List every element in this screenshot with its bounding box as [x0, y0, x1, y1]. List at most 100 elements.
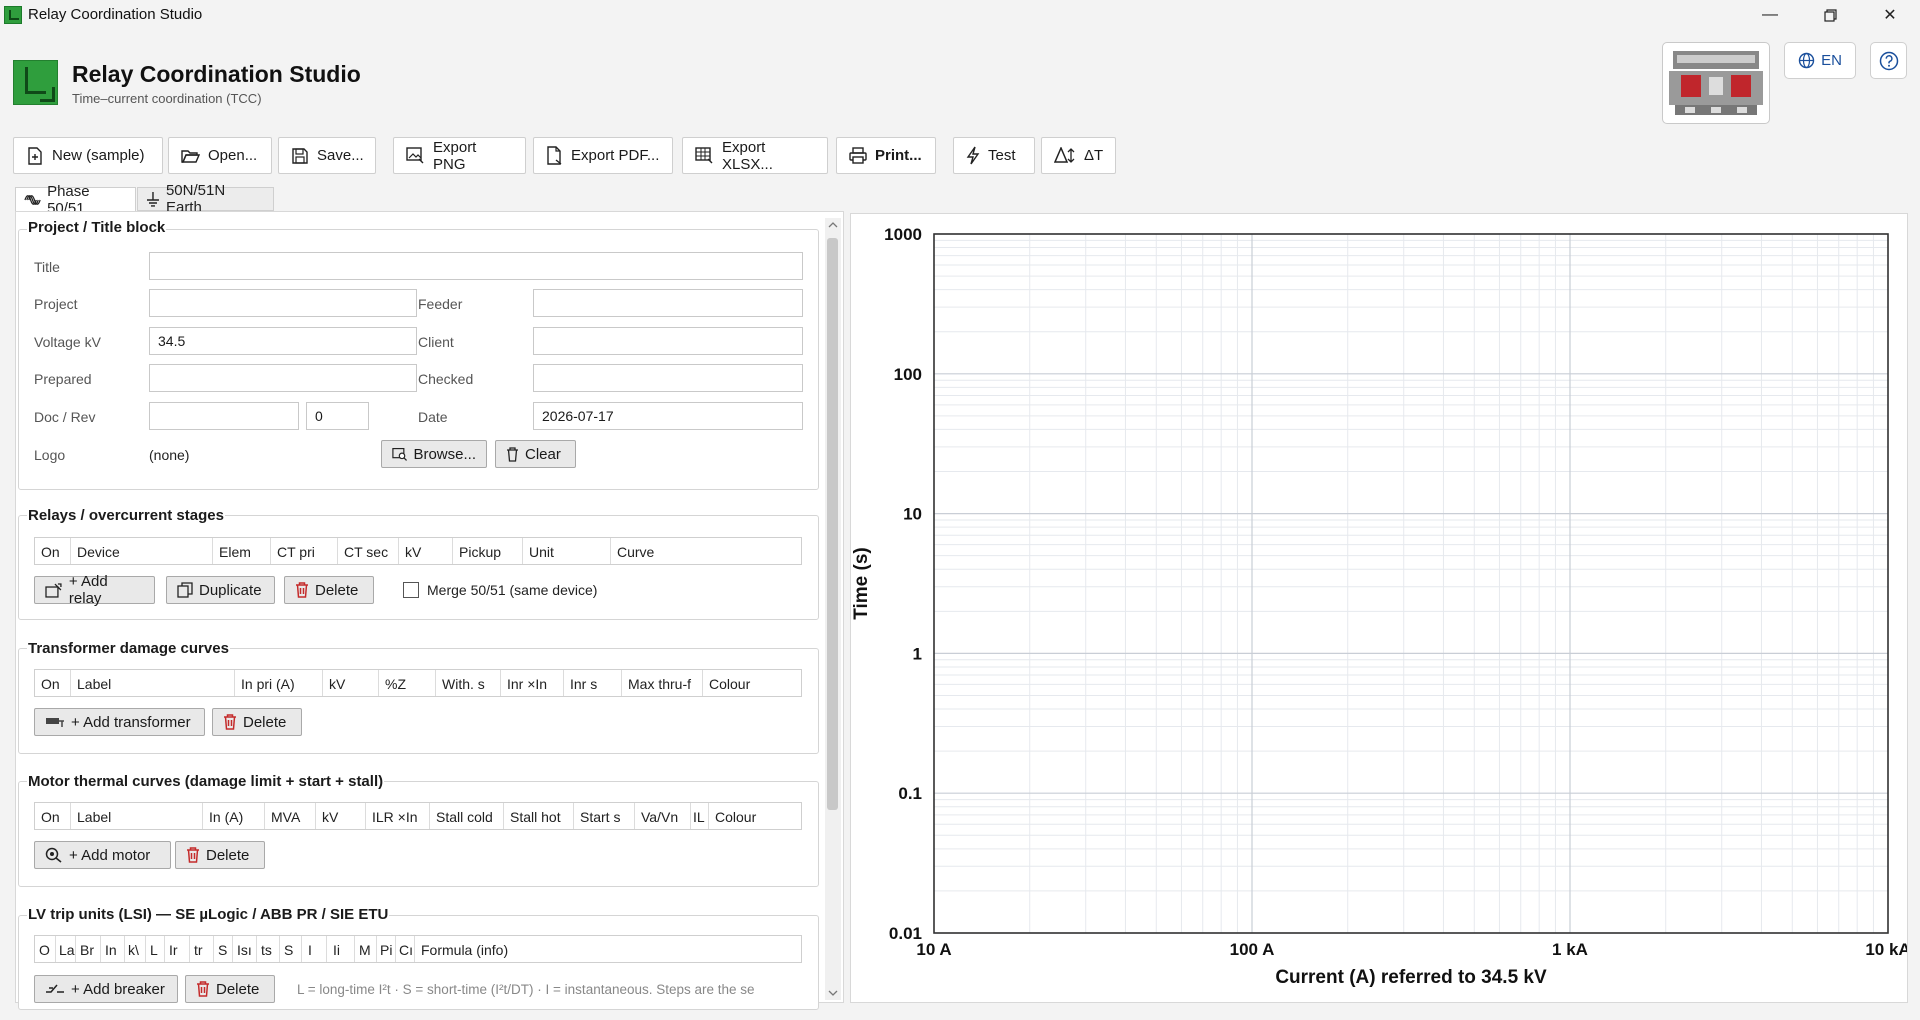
- col-on[interactable]: On: [35, 670, 71, 696]
- col-ct-sec[interactable]: CT sec: [338, 538, 399, 564]
- col-s[interactable]: S: [214, 936, 233, 962]
- feeder-field[interactable]: [533, 289, 803, 317]
- col-on[interactable]: On: [35, 538, 71, 564]
- export-pdf-button[interactable]: Export PDF...: [533, 137, 673, 174]
- add-breaker-button[interactable]: + Add breaker: [34, 975, 178, 1003]
- help-button[interactable]: [1870, 42, 1907, 79]
- trash-icon: [197, 981, 209, 997]
- col-ir[interactable]: Ir: [165, 936, 190, 962]
- add-motor-button[interactable]: + Add motor: [34, 841, 171, 869]
- ground-icon: [146, 192, 159, 207]
- export-xlsx-button[interactable]: Export XLSX...: [682, 137, 828, 174]
- col-tr[interactable]: tr: [190, 936, 214, 962]
- duplicate-relay-button[interactable]: Duplicate: [166, 576, 275, 604]
- col-pct-z[interactable]: %Z: [379, 670, 436, 696]
- col-colour[interactable]: Colour: [703, 670, 801, 696]
- col-colour[interactable]: Colour: [709, 803, 801, 829]
- col-elem[interactable]: Elem: [213, 538, 271, 564]
- col-inr-s[interactable]: Inr s: [564, 670, 622, 696]
- delta-t-button[interactable]: ΔT: [1041, 137, 1116, 174]
- add-relay-button[interactable]: + Add relay: [34, 573, 155, 607]
- col-label[interactable]: Label: [71, 670, 235, 696]
- col-in[interactable]: In: [101, 936, 125, 962]
- delete-relay-button[interactable]: Delete: [284, 576, 374, 604]
- delete-transformer-button[interactable]: Delete: [212, 708, 302, 736]
- col-il[interactable]: IL: [691, 803, 709, 829]
- window-titlebar: Relay Coordination Studio — ✕: [0, 0, 1920, 30]
- scroll-down-icon[interactable]: [828, 989, 838, 997]
- export-png-button[interactable]: Export PNG: [393, 137, 526, 174]
- voltage-field[interactable]: [149, 327, 417, 355]
- delete-motor-button[interactable]: Delete: [175, 841, 265, 869]
- tab-phase-50-51[interactable]: Phase 50/51: [15, 183, 136, 217]
- col-max-thru[interactable]: Max thru-f: [622, 670, 703, 696]
- col-kv[interactable]: kV: [323, 670, 379, 696]
- col-c[interactable]: Cı: [396, 936, 415, 962]
- title-field[interactable]: [149, 252, 803, 280]
- col-in-pri[interactable]: In pri (A): [235, 670, 323, 696]
- col-ii[interactable]: Ii: [327, 936, 355, 962]
- col-kv[interactable]: k\: [125, 936, 146, 962]
- save-button[interactable]: Save...: [278, 137, 376, 174]
- col-start-s[interactable]: Start s: [574, 803, 635, 829]
- close-icon[interactable]: ✕: [1860, 0, 1920, 30]
- clear-logo-button[interactable]: Clear: [495, 440, 576, 468]
- col-ts[interactable]: ts: [257, 936, 280, 962]
- add-transformer-button[interactable]: + Add transformer: [34, 708, 205, 736]
- col-formula[interactable]: Formula (info): [415, 936, 801, 962]
- trash-icon: [224, 714, 236, 730]
- col-curve[interactable]: Curve: [611, 538, 801, 564]
- col-pi[interactable]: Pi: [377, 936, 396, 962]
- client-field[interactable]: [533, 327, 803, 355]
- delete-motor-label: Delete: [206, 846, 250, 864]
- tcc-chart[interactable]: 10 A 100 A1 kA 10 kA10001001010.10.01Curre…: [851, 214, 1907, 1002]
- col-l[interactable]: L: [146, 936, 165, 962]
- col-va-vn[interactable]: Va/Vn: [635, 803, 691, 829]
- minimize-icon[interactable]: —: [1740, 0, 1800, 30]
- new-sample-button[interactable]: New (sample): [13, 137, 163, 174]
- col-s2[interactable]: S: [280, 936, 302, 962]
- merge-50-51-checkbox[interactable]: [403, 582, 419, 598]
- col-stall-hot[interactable]: Stall hot: [504, 803, 574, 829]
- language-button[interactable]: EN: [1784, 42, 1856, 79]
- col-unit[interactable]: Unit: [523, 538, 611, 564]
- browse-logo-button[interactable]: Browse...: [381, 440, 487, 468]
- motor-icon: [45, 847, 62, 863]
- lv-trip-heading: LV trip units (LSI) — SE µLogic / ABB PR…: [27, 906, 390, 923]
- clear-label: Clear: [525, 445, 561, 463]
- open-button[interactable]: Open...: [168, 137, 272, 174]
- col-label[interactable]: La: [56, 936, 76, 962]
- col-ct-pri[interactable]: CT pri: [271, 538, 338, 564]
- col-ilr[interactable]: ILR ×In: [366, 803, 430, 829]
- col-on[interactable]: O: [35, 936, 56, 962]
- checked-field[interactable]: [533, 364, 803, 392]
- tcc-plot-panel[interactable]: 10 A 100 A1 kA 10 kA 1000 100 10 1 0.1 0.01 Curre…: [850, 213, 1908, 1003]
- col-in[interactable]: In (A): [203, 803, 265, 829]
- prepared-field[interactable]: [149, 364, 417, 392]
- col-brand[interactable]: Br: [76, 936, 101, 962]
- col-isd[interactable]: Isı: [233, 936, 257, 962]
- col-kv[interactable]: kV: [399, 538, 453, 564]
- col-kv[interactable]: kV: [316, 803, 366, 829]
- test-button[interactable]: Test: [953, 137, 1035, 174]
- tab-earth-50n-51n[interactable]: 50N/51N Earth: [137, 182, 274, 216]
- restore-icon[interactable]: [1800, 0, 1860, 30]
- col-with-s[interactable]: With. s: [436, 670, 501, 696]
- col-mva[interactable]: MVA: [265, 803, 316, 829]
- doc-field[interactable]: [149, 402, 299, 430]
- col-device[interactable]: Device: [71, 538, 213, 564]
- date-field[interactable]: [533, 402, 803, 430]
- col-on[interactable]: On: [35, 803, 71, 829]
- col-label[interactable]: Label: [71, 803, 203, 829]
- scroll-thumb[interactable]: [827, 238, 838, 810]
- col-pickup[interactable]: Pickup: [453, 538, 523, 564]
- delete-breaker-button[interactable]: Delete: [185, 975, 275, 1003]
- project-field[interactable]: [149, 289, 417, 317]
- col-inr-xin[interactable]: Inr ×In: [501, 670, 564, 696]
- col-i[interactable]: I: [302, 936, 327, 962]
- scroll-up-icon[interactable]: [828, 221, 838, 229]
- col-stall-cold[interactable]: Stall cold: [430, 803, 504, 829]
- rev-field[interactable]: [306, 402, 369, 430]
- print-button[interactable]: Print...: [836, 137, 936, 174]
- col-m[interactable]: M: [355, 936, 377, 962]
